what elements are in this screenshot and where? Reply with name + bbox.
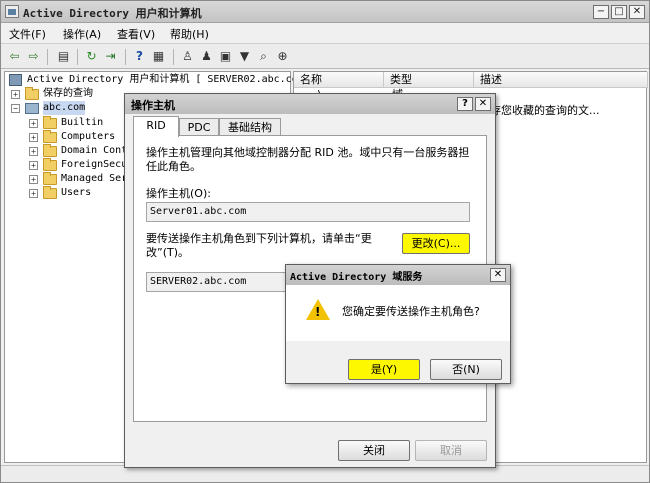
title-bar[interactable]: Active Directory 用户和计算机 − □ ✕	[1, 1, 649, 23]
confirm-title-bar[interactable]: Active Directory 域服务 ✕	[286, 265, 510, 285]
properties-icon[interactable]: ▦	[150, 48, 167, 65]
folder-icon	[43, 116, 57, 129]
refresh-icon[interactable]: ↻	[83, 48, 100, 65]
expand-icon[interactable]: +	[29, 189, 38, 198]
confirm-transfer-dialog: Active Directory 域服务 ✕ ! 您确定要传送操作主机角色? 是…	[285, 264, 511, 384]
app-icon	[5, 5, 19, 18]
tree-item-domain-controllers[interactable]: + Domain Contr	[29, 144, 133, 158]
close-dialog-button[interactable]: 关闭	[338, 440, 410, 461]
collapse-icon[interactable]: −	[11, 104, 20, 113]
dialog-title: 操作主机	[131, 99, 175, 112]
confirm-title: Active Directory 域服务	[290, 272, 423, 283]
find-icon[interactable]: ⌕	[255, 48, 272, 65]
menu-view[interactable]: 查看(V)	[117, 26, 155, 42]
tree-item-users[interactable]: + Users	[29, 186, 129, 200]
minimize-button[interactable]: −	[593, 5, 609, 19]
master-label: 操作主机(O):	[146, 187, 211, 200]
confirm-body: ! 您确定要传送操作主机角色?	[286, 285, 510, 341]
column-header-description[interactable]: 描述	[474, 72, 648, 88]
cancel-button[interactable]: 取消	[415, 440, 487, 461]
group-icon[interactable]: ♟	[198, 48, 215, 65]
dialog-help-button[interactable]: ?	[457, 97, 473, 111]
tree-item-computers[interactable]: + Computers	[29, 130, 129, 144]
toolbar: ⇦ ⇨ ▤ ↻ ⇥ ? ▦ ♙ ♟ ▣ ▼ ⌕ ⊕	[1, 43, 649, 69]
current-master-field: Server01.abc.com	[146, 202, 470, 222]
expand-icon[interactable]: +	[29, 175, 38, 184]
expand-icon[interactable]: +	[11, 90, 20, 99]
yes-button[interactable]: 是(Y)	[348, 359, 420, 380]
folder-icon	[25, 87, 39, 100]
tree-item-builtin[interactable]: + Builtin	[29, 116, 129, 130]
expand-icon[interactable]: +	[29, 147, 38, 156]
dialog-title-bar[interactable]: 操作主机 ? ✕	[125, 94, 495, 114]
expand-icon[interactable]: +	[29, 161, 38, 170]
users-icon[interactable]: ♙	[179, 48, 196, 65]
ou-icon[interactable]: ▣	[217, 48, 234, 65]
no-button[interactable]: 否(N)	[430, 359, 502, 380]
maximize-button[interactable]: □	[611, 5, 627, 19]
dialog-close-button[interactable]: ✕	[475, 97, 491, 111]
menu-file[interactable]: 文件(F)	[9, 26, 46, 42]
list-row-description: 存您收藏的查询的文...	[490, 104, 600, 117]
expand-icon[interactable]: +	[29, 119, 38, 128]
help-icon[interactable]: ?	[131, 48, 148, 65]
transfer-instruction: 要传送操作主机角色到下列计算机，请单击“更 改”(T)。	[146, 232, 372, 259]
add-to-group-icon[interactable]: ⊕	[274, 48, 291, 65]
folder-icon	[43, 186, 57, 199]
back-icon[interactable]: ⇦	[6, 48, 23, 65]
export-icon[interactable]: ⇥	[102, 48, 119, 65]
confirm-close-button[interactable]: ✕	[490, 268, 506, 282]
menu-action[interactable]: 操作(A)	[63, 26, 101, 42]
menu-bar: 文件(F) 操作(A) 查看(V) 帮助(H)	[1, 23, 649, 43]
folder-icon	[43, 144, 57, 157]
forward-icon[interactable]: ⇨	[25, 48, 42, 65]
menu-help[interactable]: 帮助(H)	[170, 26, 209, 42]
console-tree-icon[interactable]: ▤	[55, 48, 72, 65]
ad-users-computers-icon	[9, 74, 22, 86]
close-button[interactable]: ✕	[629, 5, 645, 19]
expand-icon[interactable]: +	[29, 133, 38, 142]
tree-root[interactable]: Active Directory 用户和计算机 [ SERVER02.abc.c…	[9, 73, 304, 87]
folder-icon	[43, 130, 57, 143]
warning-mark: !	[315, 305, 321, 319]
confirm-message: 您确定要传送操作主机角色?	[342, 305, 480, 318]
column-header-name[interactable]: 名称	[294, 72, 384, 88]
folder-icon	[43, 172, 57, 185]
filter-icon[interactable]: ▼	[236, 48, 253, 65]
tree-item-foreign-security[interactable]: + ForeignSecur	[29, 158, 133, 172]
domain-icon	[25, 103, 39, 114]
tree-item-managed-service[interactable]: + Managed Serv	[29, 172, 133, 186]
folder-icon	[43, 158, 57, 171]
rid-description: 操作主机管理向其他域控制器分配 RID 池。域中只有一台服务器担 任此角色。	[146, 146, 470, 173]
change-button[interactable]: 更改(C)...	[402, 233, 470, 254]
window-title: Active Directory 用户和计算机	[23, 7, 202, 20]
tab-rid[interactable]: RID	[133, 116, 179, 137]
